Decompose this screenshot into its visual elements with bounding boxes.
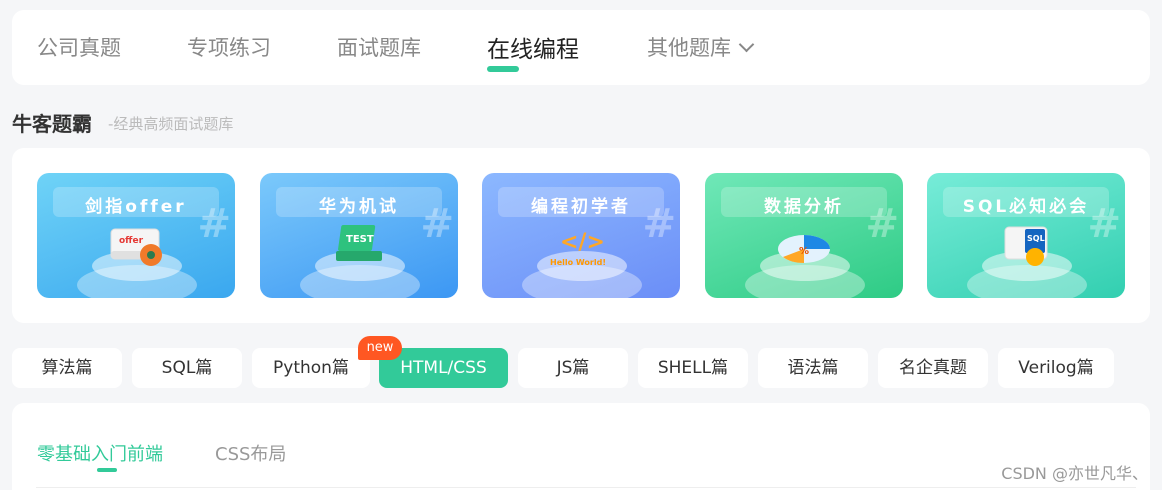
divider xyxy=(36,487,1136,488)
category-verilog[interactable]: Verilog篇 xyxy=(998,348,1114,388)
code-icon: </> Hello World! xyxy=(550,230,606,267)
sql-label: SQL xyxy=(1027,234,1045,243)
hash-icon: # xyxy=(642,201,676,247)
category-python[interactable]: Python篇 xyxy=(252,348,370,388)
active-tab-indicator xyxy=(487,66,519,72)
subtab-frontend-basics[interactable]: 零基础入门前端 xyxy=(37,440,163,472)
pie-chart-icon: % xyxy=(778,235,830,263)
book-icon: offer xyxy=(110,228,162,266)
section-subtitle: -经典高频面试题库 xyxy=(108,115,234,133)
tab-other-banks[interactable]: 其他题库 xyxy=(647,32,755,62)
hash-icon: # xyxy=(420,201,454,247)
content-panel: 零基础入门前端 CSS布局 xyxy=(12,403,1150,490)
tab-other-banks-label: 其他题库 xyxy=(647,36,731,60)
category-company-exams[interactable]: 名企真题 xyxy=(878,348,988,388)
top-nav: 公司真题 专项练习 面试题库 在线编程 其他题库 xyxy=(12,10,1150,85)
category-algorithm[interactable]: 算法篇 xyxy=(12,348,122,388)
hash-icon: # xyxy=(865,201,899,247)
hash-icon: # xyxy=(197,201,231,247)
section-title: 牛客题霸 xyxy=(12,112,92,136)
book-label: offer xyxy=(119,236,144,246)
code-caption: Hello World! xyxy=(550,258,606,267)
tab-online-coding-label: 在线编程 xyxy=(487,37,579,63)
tab-online-coding[interactable]: 在线编程 xyxy=(487,30,579,72)
subtab-css-layout[interactable]: CSS布局 xyxy=(215,440,286,466)
card-jianzhi-offer[interactable]: 剑指offer # offer xyxy=(37,173,235,298)
laptop-label: TEST xyxy=(346,234,374,245)
category-js[interactable]: JS篇 xyxy=(518,348,628,388)
laptop-icon: TEST xyxy=(336,225,382,261)
card-huawei-exam[interactable]: 华为机试 # TEST xyxy=(260,173,458,298)
tab-company-questions[interactable]: 公司真题 xyxy=(37,32,121,62)
tab-interview-bank[interactable]: 面试题库 xyxy=(337,32,421,62)
active-subtab-indicator xyxy=(97,468,117,472)
subtab-frontend-basics-label: 零基础入门前端 xyxy=(37,444,163,465)
watermark: CSDN @亦世凡华、 xyxy=(1001,464,1148,483)
category-shell[interactable]: SHELL篇 xyxy=(638,348,748,388)
card-programming-beginner[interactable]: 编程初学者 # </> Hello World! xyxy=(482,173,680,298)
new-badge: new xyxy=(358,336,402,360)
featured-cards: 剑指offer # offer 华为机试 # TEST 编程初学者 # </> xyxy=(12,148,1150,323)
pie-symbol: % xyxy=(799,246,809,257)
sql-book-icon: SQL xyxy=(1004,226,1048,266)
card-data-analysis[interactable]: 数据分析 # % xyxy=(705,173,903,298)
category-sql[interactable]: SQL篇 xyxy=(132,348,242,388)
chevron-down-icon xyxy=(738,36,755,53)
card-sql-essentials[interactable]: SQL必知必会 # SQL xyxy=(927,173,1125,298)
code-symbol: </> xyxy=(560,230,605,255)
hash-icon: # xyxy=(1087,201,1121,247)
tab-special-practice[interactable]: 专项练习 xyxy=(187,32,271,62)
category-syntax[interactable]: 语法篇 xyxy=(758,348,868,388)
